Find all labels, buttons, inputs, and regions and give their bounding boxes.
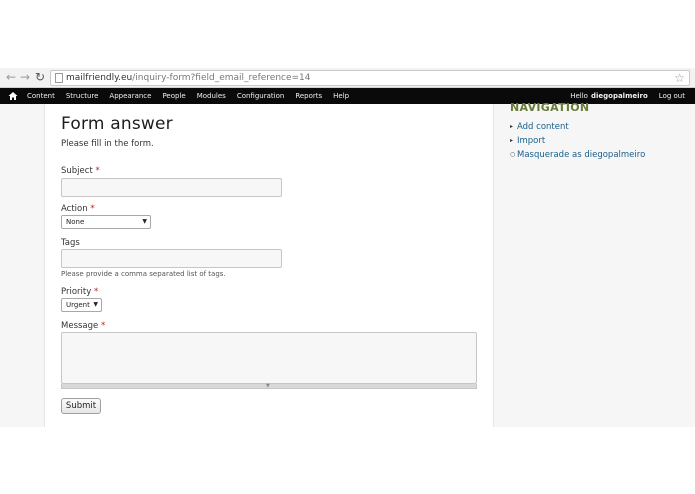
required-marker: * [95,166,100,176]
tags-label: Tags [61,238,80,248]
nav-item-import[interactable]: ▸ Import [510,134,645,148]
message-label-text: Message [61,321,99,331]
nav-item-label: Import [517,136,546,146]
menu-item-people[interactable]: People [162,88,185,104]
navigation-title: NAVIGATION [510,101,590,114]
main-content: Form answer Please fill in the form. Sub… [44,104,494,427]
address-bar[interactable]: mailfriendly.eu/inquiry-form?field_email… [50,70,690,86]
url-host: mailfriendly.eu [66,73,133,83]
page-area: Form answer Please fill in the form. Sub… [0,101,695,427]
url-path: /inquiry-form?field_email_reference=14 [132,73,311,83]
arrow-bullet-icon: ▸ [510,123,514,130]
message-label: Message * [61,321,105,331]
navigation-list: ▸ Add content ▸ Import ○ Masquerade as dieg… [510,120,645,162]
priority-select[interactable]: Urgent ▼ [61,298,102,312]
priority-label: Priority * [61,287,98,297]
menu-item-structure[interactable]: Structure [66,88,99,104]
page-icon [55,73,63,83]
resize-grip-icon: ▼ [266,383,270,389]
browser-toolbar: ← → ↻ mailfriendly.eu/inquiry-form?field… [0,68,695,88]
forward-arrow-icon[interactable]: → [18,70,32,84]
username-link[interactable]: diegopalmeiro [591,92,648,100]
action-select[interactable]: None ▼ [61,215,151,229]
nav-item-label: Add content [517,122,569,132]
subject-label-text: Subject [61,166,93,176]
sidebar: NAVIGATION ▸ Add content ▸ Import ○ Masquer… [494,101,695,427]
message-textarea[interactable] [61,332,477,384]
greeting-text: Hello [570,92,588,100]
action-label-text: Action [61,204,88,214]
reload-icon[interactable]: ↻ [33,70,47,84]
arrow-bullet-icon: ▸ [510,137,514,144]
menu-item-content[interactable]: Content [27,88,55,104]
bookmark-star-icon[interactable]: ☆ [674,71,685,85]
back-arrow-icon[interactable]: ← [4,70,18,84]
tags-description: Please provide a comma separated list of… [61,270,226,278]
menu-item-configuration[interactable]: Configuration [237,88,284,104]
tags-input[interactable] [61,249,282,268]
subject-input[interactable] [61,178,282,197]
priority-select-value: Urgent [66,301,90,309]
required-marker: * [90,204,95,214]
menu-item-modules[interactable]: Modules [197,88,226,104]
required-marker: * [93,287,99,297]
logout-link[interactable]: Log out [659,92,685,100]
submit-button[interactable]: Submit [61,398,101,414]
action-label: Action * [61,204,95,214]
dropdown-arrow-icon: ▼ [142,218,147,225]
menu-item-help[interactable]: Help [333,88,349,104]
nav-item-add-content[interactable]: ▸ Add content [510,120,645,134]
nav-item-label: Masquerade as diegopalmeiro [517,150,646,160]
url-text: mailfriendly.eu/inquiry-form?field_email… [66,72,311,84]
dropdown-arrow-icon: ▼ [93,301,98,308]
nav-item-masquerade[interactable]: ○ Masquerade as diegopalmeiro [510,148,645,162]
form-intro: Please fill in the form. [61,139,154,149]
priority-label-text: Priority [61,287,92,297]
home-icon[interactable] [8,91,18,101]
subject-label: Subject * [61,166,100,176]
admin-menu: Content Structure Appearance People Modu… [27,88,360,104]
menu-item-appearance[interactable]: Appearance [109,88,151,104]
textarea-resize-handle[interactable]: ▼ [61,384,477,389]
page-title: Form answer [61,114,173,134]
menu-item-reports[interactable]: Reports [295,88,322,104]
required-marker: * [100,321,106,331]
circle-bullet-icon: ○ [510,151,516,158]
action-select-value: None [66,218,85,226]
admin-toolbar: Content Structure Appearance People Modu… [0,88,695,104]
